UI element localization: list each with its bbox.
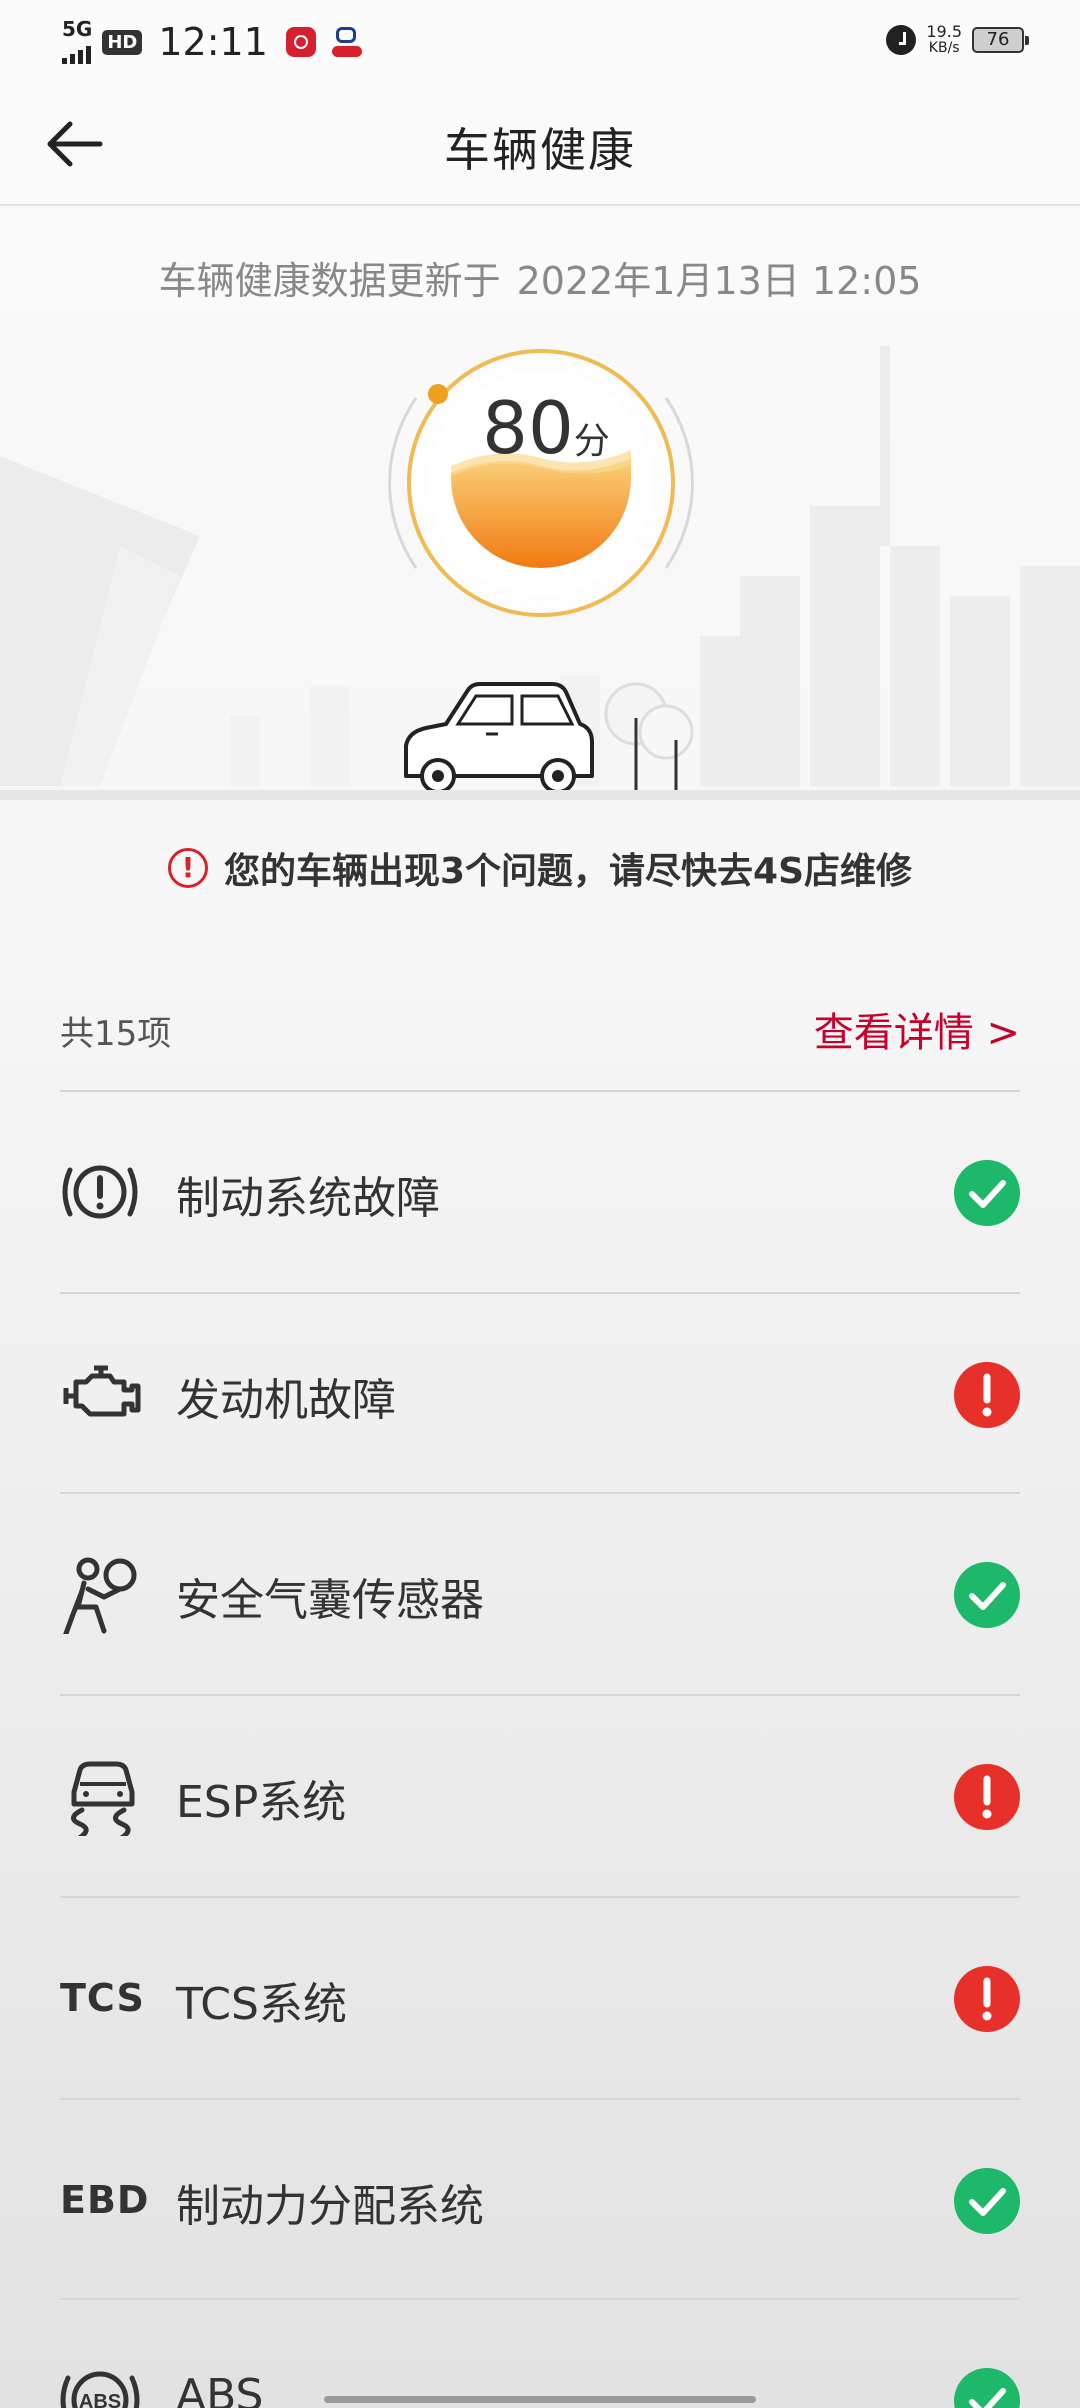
update-label: 车辆健康数据更新于 xyxy=(158,259,501,303)
car-illustration xyxy=(296,682,776,798)
network-type: 5G xyxy=(62,17,93,41)
signal-indicator: 5G xyxy=(62,17,93,64)
list-item-engine[interactable]: 发动机故障 xyxy=(60,1294,1020,1494)
clock: 12:11 xyxy=(158,20,268,64)
ebd-icon: EBD xyxy=(60,2178,150,2222)
page-title: 车辆健康 xyxy=(444,123,636,177)
abs-icon-text: ABS xyxy=(79,2391,121,2408)
status-error-icon xyxy=(954,1966,1020,2032)
network-speed: 19.5 KB/s xyxy=(926,22,962,57)
list-item-esp[interactable]: ESP系统 xyxy=(60,1696,1020,1896)
home-indicator[interactable] xyxy=(324,2396,756,2403)
issue-warning: ! 您的车辆出现3个问题，请尽快去4S店维修 xyxy=(0,842,1080,894)
status-error-icon xyxy=(954,1362,1020,1428)
list-item-brake[interactable]: 制动系统故障 xyxy=(60,1092,1020,1292)
score-value: 80 xyxy=(482,386,574,470)
health-score: 80分 xyxy=(472,386,620,470)
item-count: 共15项 xyxy=(60,1014,172,1054)
item-label: 发动机故障 xyxy=(176,1375,396,1426)
update-info: 车辆健康数据更新于 2022年1月13日 12:05 xyxy=(0,250,1080,305)
app-notification-icon xyxy=(331,27,362,57)
abs-ring: ABS xyxy=(60,2371,140,2408)
status-left: 5G HD 12:11 xyxy=(62,17,362,64)
hd-badge: HD xyxy=(102,29,143,55)
list-item-tcs[interactable]: TCS TCS系统 xyxy=(60,1898,1020,2098)
status-right: 19.5 KB/s 76 xyxy=(886,22,1029,57)
item-label: ABS xyxy=(176,2370,264,2408)
summary-header: 共15项 查看详情 > xyxy=(60,1000,1020,1060)
ground-band xyxy=(0,790,1080,800)
brake-warning-icon xyxy=(62,1165,138,1219)
view-details-link[interactable]: 查看详情 > xyxy=(814,1000,1020,1058)
engine-icon xyxy=(63,1365,141,1417)
health-score-gauge xyxy=(388,349,694,617)
speed-value: 19.5 xyxy=(926,22,962,41)
status-bar: 5G HD 12:11 19.5 KB/s 76 xyxy=(0,0,1080,84)
item-label: 制动系统故障 xyxy=(176,1173,440,1224)
update-datetime: 2022年1月13日 12:05 xyxy=(516,259,922,303)
item-label: 制动力分配系统 xyxy=(176,2181,484,2232)
health-hero: 车辆健康数据更新于 2022年1月13日 12:05 80分 xyxy=(0,206,1080,806)
status-error-icon xyxy=(954,1764,1020,1830)
item-label: 安全气囊传感器 xyxy=(176,1575,484,1626)
list-item-airbag[interactable]: 安全气囊传感器 xyxy=(60,1494,1020,1694)
alarm-icon xyxy=(886,25,917,55)
item-label: ESP系统 xyxy=(176,1777,347,1828)
airbag-icon xyxy=(63,1557,137,1634)
score-unit: 分 xyxy=(573,421,610,462)
status-ok-icon xyxy=(954,2168,1020,2234)
alert-circle-icon: ! xyxy=(167,848,208,888)
warning-text: 您的车辆出现3个问题，请尽快去4S店维修 xyxy=(223,851,913,892)
list-item-ebd[interactable]: EBD 制动力分配系统 xyxy=(60,2100,1020,2300)
nav-bar: 车辆健康 xyxy=(0,84,1080,206)
status-ok-icon xyxy=(954,1160,1020,1226)
speed-unit: KB/s xyxy=(928,40,960,56)
battery-icon: 76 xyxy=(972,27,1029,53)
abs-icon: ABS xyxy=(60,2364,146,2408)
signal-bars-icon xyxy=(62,38,92,64)
list-item-abs[interactable]: ABS ABS xyxy=(60,2300,1020,2408)
tcs-icon: TCS xyxy=(60,1976,145,2020)
status-ok-icon xyxy=(954,2368,1020,2408)
app-notification-icon xyxy=(285,27,316,57)
esp-icon xyxy=(71,1761,135,1836)
status-ok-icon xyxy=(954,1562,1020,1628)
item-label: TCS系统 xyxy=(176,1979,347,2030)
